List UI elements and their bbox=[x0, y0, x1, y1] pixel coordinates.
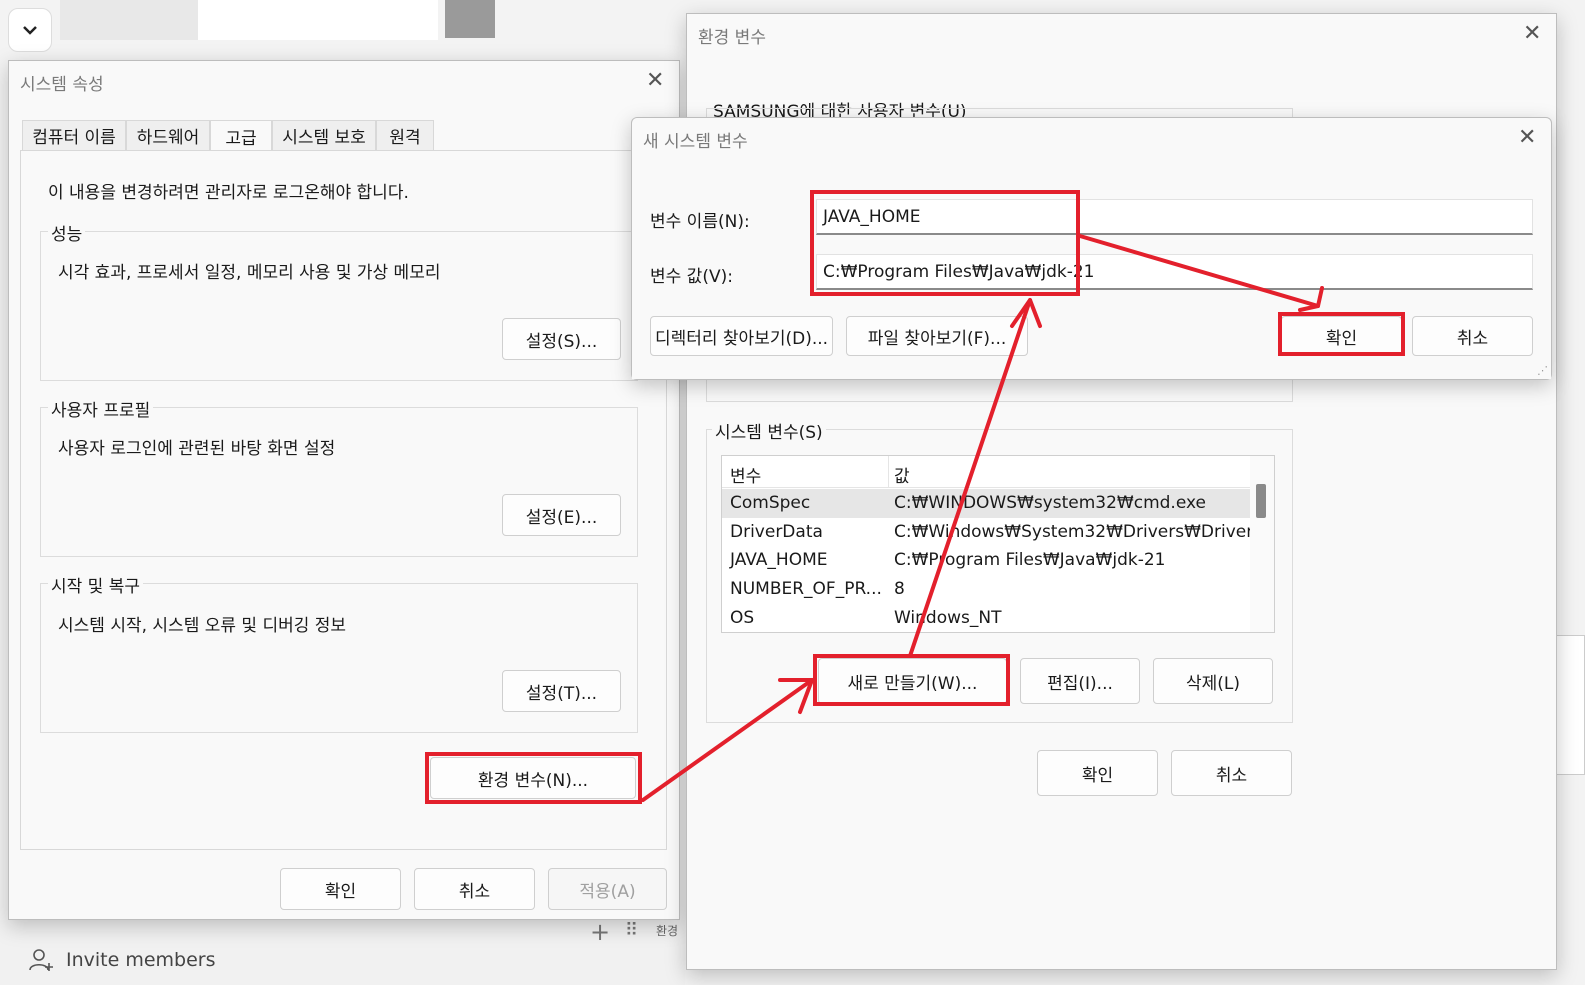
arrow-to-value-input bbox=[908, 298, 1032, 658]
arrow-to-ok-button bbox=[1078, 234, 1320, 308]
arrow-to-new-button bbox=[641, 678, 814, 802]
annotation-arrows bbox=[641, 234, 1324, 802]
arrow-to-ok-button-head bbox=[1298, 286, 1324, 312]
